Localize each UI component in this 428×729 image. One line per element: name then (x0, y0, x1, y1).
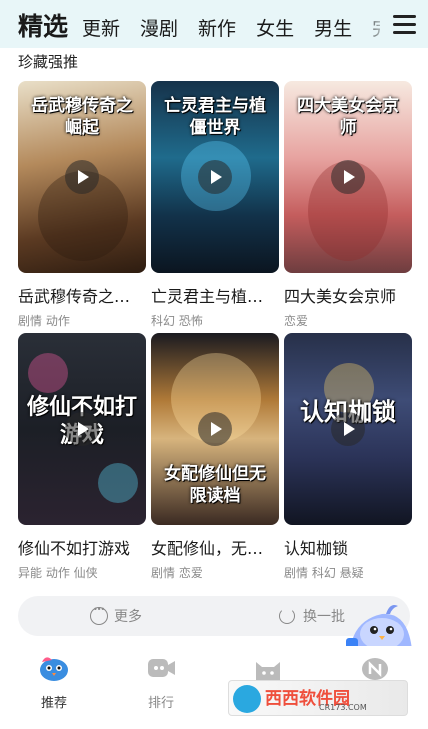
play-icon[interactable] (65, 160, 99, 194)
drama-cover[interactable]: 亡灵君主与植僵世界 (151, 81, 279, 273)
drama-title: 四大美女会京师 (284, 287, 397, 306)
drama-tags: 科幻 恐怖 (151, 314, 203, 328)
tab-new-works[interactable]: 新作 (198, 12, 236, 46)
bird-mascot-icon[interactable] (346, 598, 416, 650)
nav-item-ranking[interactable]: 排行 (131, 654, 191, 711)
nav-item-recommend[interactable]: 推荐 (24, 654, 84, 711)
more-dots-icon (90, 605, 108, 625)
tab-comic-drama[interactable]: 漫剧 (140, 12, 178, 46)
drama-card[interactable]: 修仙不如打游戏 修仙不如打游戏 异能 动作 仙侠 (18, 333, 146, 581)
video-camera-icon (148, 659, 175, 677)
drama-cover[interactable]: 四大美女会京师 (284, 81, 412, 273)
category-tabs: 精选 更新 漫剧 新作 女生 男生 完 (18, 6, 380, 46)
drama-card[interactable]: 岳武穆传奇之崛起 岳武穆传奇之… 剧情 动作 (18, 81, 146, 329)
tab-male[interactable]: 男生 (314, 12, 352, 46)
cover-art (98, 463, 138, 503)
watermark-url: CR173.COM (319, 703, 367, 712)
watermark-logo (233, 685, 261, 713)
tab-updates[interactable]: 更新 (82, 12, 120, 46)
bird-mascot-icon (40, 657, 68, 681)
drama-title: 女配修仙，无… (151, 539, 264, 558)
drama-card[interactable]: 四大美女会京师 四大美女会京师 恋爱 (284, 81, 412, 329)
cover-title: 亡灵君主与植僵世界 (164, 96, 266, 138)
watermark-badge: 西西软件园 CR173.COM (228, 680, 408, 716)
section-title: 珍藏强推 (18, 53, 79, 71)
drama-cover[interactable]: 修仙不如打游戏 (18, 333, 146, 525)
top-tab-bar: 精选 更新 漫剧 新作 女生 男生 完 (0, 0, 428, 48)
menu-line (393, 22, 416, 26)
play-icon[interactable] (198, 160, 232, 194)
refresh-icon (279, 608, 295, 624)
drama-title: 认知枷锁 (284, 539, 349, 558)
drama-tags: 剧情 动作 (18, 314, 70, 328)
cat-icon (256, 662, 280, 680)
menu-line (393, 30, 416, 34)
drama-tags: 恋爱 (284, 314, 309, 328)
menu-list-icon[interactable] (393, 14, 416, 34)
tab-female[interactable]: 女生 (256, 12, 294, 46)
nav-label: 排行 (147, 696, 174, 711)
drama-title: 亡灵君主与植… (151, 287, 264, 306)
more-button[interactable]: 更多 (18, 605, 214, 626)
drama-cover[interactable]: 岳武穆传奇之崛起 (18, 81, 146, 273)
cover-title: 四大美女会京师 (297, 96, 399, 138)
n-profile-icon (362, 658, 388, 680)
cover-art (28, 353, 68, 393)
refresh-label: 换一批 (303, 609, 345, 625)
drama-title: 岳武穆传奇之… (18, 287, 131, 306)
drama-card[interactable]: 亡灵君主与植僵世界 亡灵君主与植… 科幻 恐怖 (151, 81, 279, 329)
cover-title: 女配修仙但无限读档 (164, 464, 266, 506)
play-icon[interactable] (198, 412, 232, 446)
tabs-fade (362, 0, 388, 48)
play-icon[interactable] (331, 160, 365, 194)
drama-card[interactable]: 认知枷锁 认知枷锁 剧情 科幻 悬疑 (284, 333, 412, 581)
drama-tags: 异能 动作 仙侠 (18, 566, 98, 580)
tab-featured[interactable]: 精选 (18, 8, 68, 46)
cover-title: 岳武穆传奇之崛起 (31, 96, 133, 138)
menu-line (393, 14, 416, 18)
drama-tags: 剧情 恋爱 (151, 566, 203, 580)
play-icon[interactable] (331, 412, 365, 446)
nav-label: 推荐 (40, 696, 67, 711)
drama-tags: 剧情 科幻 悬疑 (284, 566, 364, 580)
drama-cover[interactable]: 女配修仙但无限读档 (151, 333, 279, 525)
play-icon[interactable] (65, 412, 99, 446)
drama-card[interactable]: 女配修仙但无限读档 女配修仙，无… 剧情 恋爱 (151, 333, 279, 581)
more-label: 更多 (114, 609, 142, 625)
drama-title: 修仙不如打游戏 (18, 539, 131, 558)
drama-cover[interactable]: 认知枷锁 (284, 333, 412, 525)
